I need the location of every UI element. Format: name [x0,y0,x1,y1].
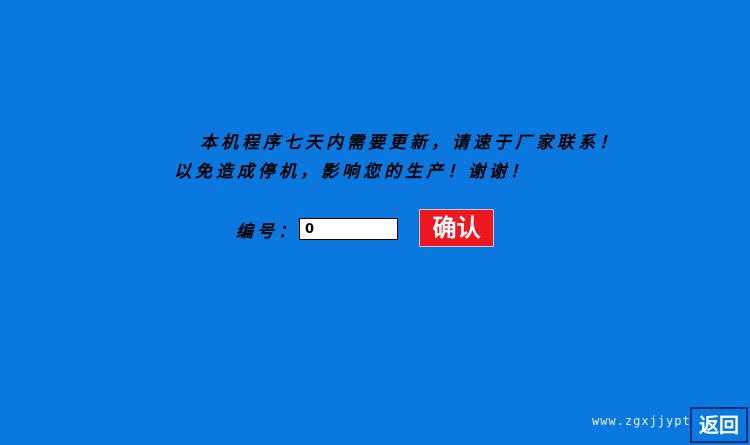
serial-number-input[interactable] [299,218,398,240]
confirm-button[interactable]: 确认 [419,209,494,247]
notice-line-1: 本机程序七天内需要更新，请速于厂家联系！ [200,133,620,153]
serial-number-label: 编号： [236,222,299,242]
back-button[interactable]: 返回 [690,407,748,443]
notice-line-2: 以免造成停机，影响您的生产！谢谢！ [174,162,531,182]
